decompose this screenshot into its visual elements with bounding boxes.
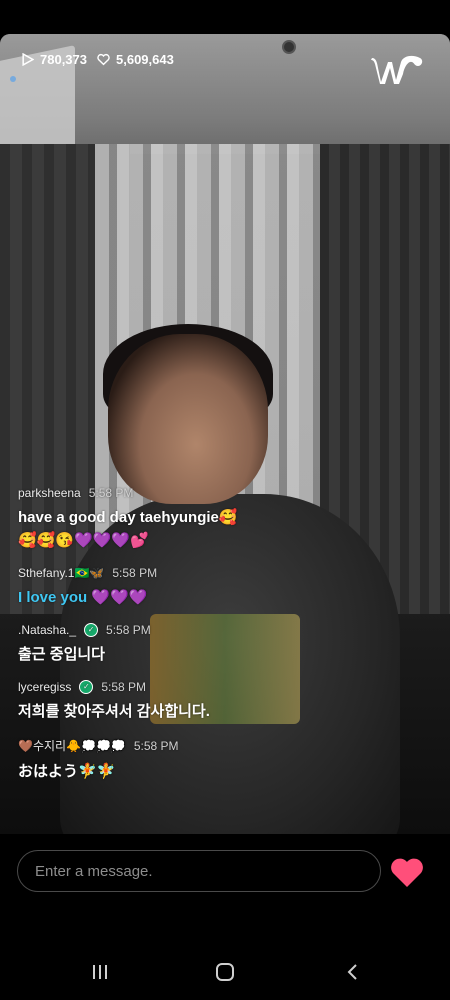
- comment-time: 5:58 PM: [133, 738, 179, 753]
- verified-badge-icon: ✓: [84, 623, 99, 637]
- comment-message: おはよう🧚🧚: [18, 763, 116, 780]
- comment-item: Sthefany.1🇧🇷🦋 5:58 PM I love you 💜💜💜: [18, 566, 318, 609]
- recents-icon[interactable]: [90, 962, 110, 982]
- home-icon[interactable]: [215, 962, 235, 982]
- live-comments: parksheena 5:58 PM have a good day taehy…: [18, 486, 318, 797]
- comment-message: 출근 중입니다: [18, 646, 105, 663]
- comment-item: .Natasha._ ✓ 5:58 PM 출근 중입니다: [18, 623, 318, 666]
- back-icon[interactable]: [343, 962, 363, 982]
- comment-username[interactable]: .Natasha._: [18, 623, 76, 637]
- weverse-logo-icon: [371, 55, 423, 84]
- like-count: 5,609,643: [116, 52, 174, 67]
- streamer-face: [108, 334, 268, 504]
- stream-stats: 780,373 5,609,643: [21, 52, 174, 67]
- verified-badge-icon: ✓: [79, 680, 94, 694]
- comment-message: I love you 💜💜💜: [18, 589, 148, 606]
- ceiling-sensor: [282, 40, 296, 54]
- heart-icon[interactable]: [389, 856, 425, 890]
- comment-username[interactable]: 🤎수지리🐥💭💭💭: [18, 737, 126, 754]
- system-navigation-bar: [0, 940, 450, 1000]
- comment-time: 5:58 PM: [106, 623, 151, 637]
- message-composer: [17, 850, 381, 892]
- comment-username[interactable]: lyceregiss: [18, 680, 71, 694]
- comment-item: 🤎수지리🐥💭💭💭 5:58 PM おはよう🧚🧚: [18, 737, 318, 783]
- comment-username[interactable]: Sthefany.1🇧🇷🦋: [18, 566, 104, 580]
- comment-time: 5:58 PM: [112, 566, 158, 580]
- comment-message: 저희를 찾아주셔서 감사합니다.: [18, 703, 210, 720]
- comment-time: 5:58 PM: [101, 680, 147, 694]
- comment-item: parksheena 5:58 PM have a good day taehy…: [18, 486, 318, 552]
- message-input[interactable]: [18, 851, 355, 891]
- ac-indicator-light: [10, 76, 16, 82]
- comment-message: have a good day taehyungie🥰: [18, 509, 238, 526]
- comment-username[interactable]: parksheena: [18, 486, 81, 500]
- comment-time: 5:58 PM: [88, 486, 134, 500]
- view-count: 780,373: [40, 52, 87, 67]
- heart-outline-icon: [97, 53, 110, 66]
- comment-item: lyceregiss ✓ 5:58 PM 저희를 찾아주셔서 감사합니다.: [18, 680, 318, 723]
- play-icon: [22, 53, 34, 66]
- comment-message-continued: 🥰🥰😘💜💜💜💕: [18, 532, 149, 549]
